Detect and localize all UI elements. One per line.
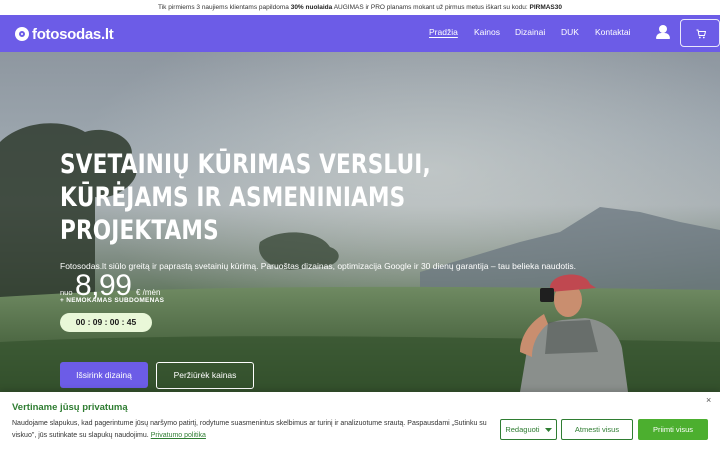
user-icon-body <box>656 33 670 39</box>
nav-item-kainos[interactable]: Kainos <box>474 27 500 37</box>
hero-title-line: KŪRĖJAMS IR ASMENINIAMS <box>60 182 406 213</box>
hero-section: SVETAINIŲ KŪRIMAS VERSLUI, KŪRĖJAMS IR A… <box>0 52 720 392</box>
promo-discount: 30% nuolaida <box>290 4 333 11</box>
price-suffix: € /mėn <box>136 288 161 297</box>
promo-text-2: AUGIMAS ir PRO planams mokant už pirmus … <box>332 4 530 11</box>
cookie-reject-all-button[interactable]: Atmesti visus <box>561 419 633 440</box>
price-prefix: nuo <box>60 288 73 297</box>
user-icon[interactable] <box>656 25 670 41</box>
nav-item-pradzia[interactable]: Pradžia <box>429 27 458 37</box>
cookie-edit-label: Redaguoti <box>505 425 540 434</box>
cookie-body-text: Naudojame slapukus, kad pagerintume jūsų… <box>12 420 487 439</box>
close-icon[interactable]: × <box>706 395 711 405</box>
cookie-banner: Vertiname jūsų privatumą × Naudojame sla… <box>0 392 720 450</box>
hero-title-line: PROJEKTAMS <box>60 215 219 246</box>
promo-text-1: Tik pirmiems 3 naujiems klientams papild… <box>158 4 291 11</box>
cart-icon <box>696 29 706 39</box>
promo-bar: Tik pirmiems 3 naujiems klientams papild… <box>0 0 720 15</box>
cookie-title: Vertiname jūsų privatumą <box>12 402 128 413</box>
cart-button[interactable] <box>680 19 720 47</box>
cookie-accept-all-button[interactable]: Priimti visus <box>638 419 708 440</box>
hero-title: SVETAINIŲ KŪRIMAS VERSLUI, KŪRĖJAMS IR A… <box>60 148 476 247</box>
chevron-down-icon <box>544 427 552 432</box>
privacy-policy-link[interactable]: Privatumo politika <box>151 432 206 439</box>
cookie-text: Naudojame slapukus, kad pagerintume jūsų… <box>12 418 492 442</box>
hero-description: Fotosodas.lt siūlo greitą ir paprastą sv… <box>60 261 576 271</box>
nav-item-duk[interactable]: DUK <box>561 27 579 37</box>
user-icon-head <box>659 25 667 33</box>
cookie-edit-button[interactable]: Redaguoti <box>500 419 557 440</box>
navbar: fotosodas.lt Pradžia Kainos Dizainai DUK… <box>0 15 720 52</box>
hero-title-line: SVETAINIŲ KŪRIMAS VERSLUI, <box>60 149 431 180</box>
nav-links: Pradžia Kainos Dizainai DUK Kontaktai <box>0 15 720 52</box>
nav-item-dizainai[interactable]: Dizainai <box>515 27 545 37</box>
view-prices-button[interactable]: Peržiūrėk kainas <box>156 362 254 389</box>
bonus-label: + NEMOKAMAS SUBDOMENAS <box>60 297 165 304</box>
nav-item-kontaktai[interactable]: Kontaktai <box>595 27 630 37</box>
promo-code: PIRMAS30 <box>529 4 562 11</box>
choose-design-button[interactable]: Išsirink dizainą <box>60 362 148 388</box>
countdown-timer: 00 : 09 : 00 : 45 <box>60 313 152 332</box>
